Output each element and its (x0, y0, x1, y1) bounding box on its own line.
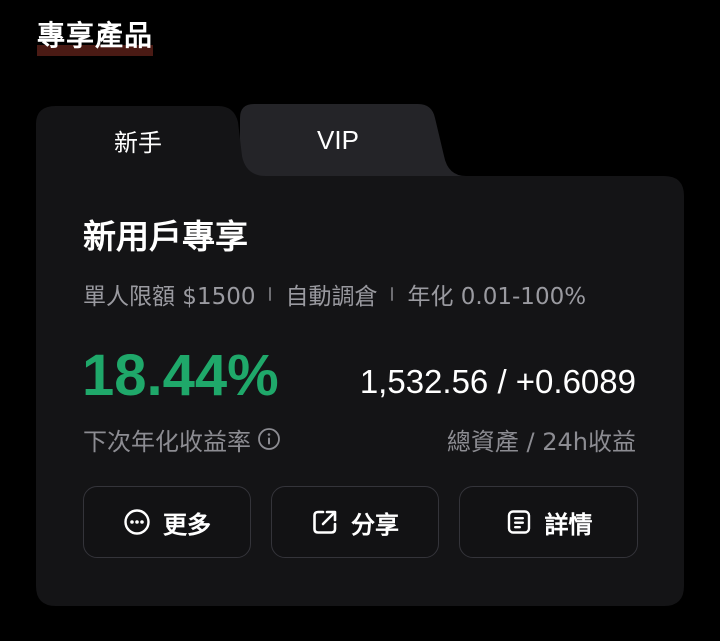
share-icon (311, 508, 339, 536)
tab-newbie[interactable]: 新手 (36, 104, 240, 176)
document-icon (505, 508, 533, 536)
assets-label: 總資產 / 24h收益 (446, 427, 636, 456)
apr-rate-label: 下次年化收益率 (83, 420, 281, 458)
share-button[interactable]: 分享 (271, 486, 439, 558)
more-button[interactable]: 更多 (83, 486, 251, 558)
meta-separator (391, 287, 394, 301)
apr-rate: 18.44% (82, 343, 279, 408)
assets-value: 1,532.56 / +0.6089 (359, 363, 636, 400)
apr-rate-label-text: 下次年化收益率 (83, 427, 251, 456)
product-card: 新手 VIP 新用戶專享 單人限額 $1500 自動調倉 年化 0.01-100… (36, 104, 684, 606)
meta-auto-rebalance: 自動調倉 (285, 284, 378, 310)
more-dots-icon (123, 508, 151, 536)
meta-limit: 單人限額 $1500 (83, 284, 256, 310)
detail-button-label: 詳情 (544, 510, 593, 539)
tab-vip[interactable]: VIP (248, 104, 428, 176)
section-title: 專享產品 (37, 16, 154, 56)
card-meta-row: 單人限額 $1500 自動調倉 年化 0.01-100% (83, 276, 586, 312)
info-circle-icon[interactable] (257, 427, 281, 451)
detail-button[interactable]: 詳情 (459, 486, 638, 558)
meta-separator (269, 287, 272, 301)
card-title: 新用戶專享 (83, 217, 248, 256)
meta-apr-range: 年化 0.01-100% (407, 284, 587, 310)
share-button-label: 分享 (351, 510, 399, 539)
more-button-label: 更多 (163, 510, 211, 539)
